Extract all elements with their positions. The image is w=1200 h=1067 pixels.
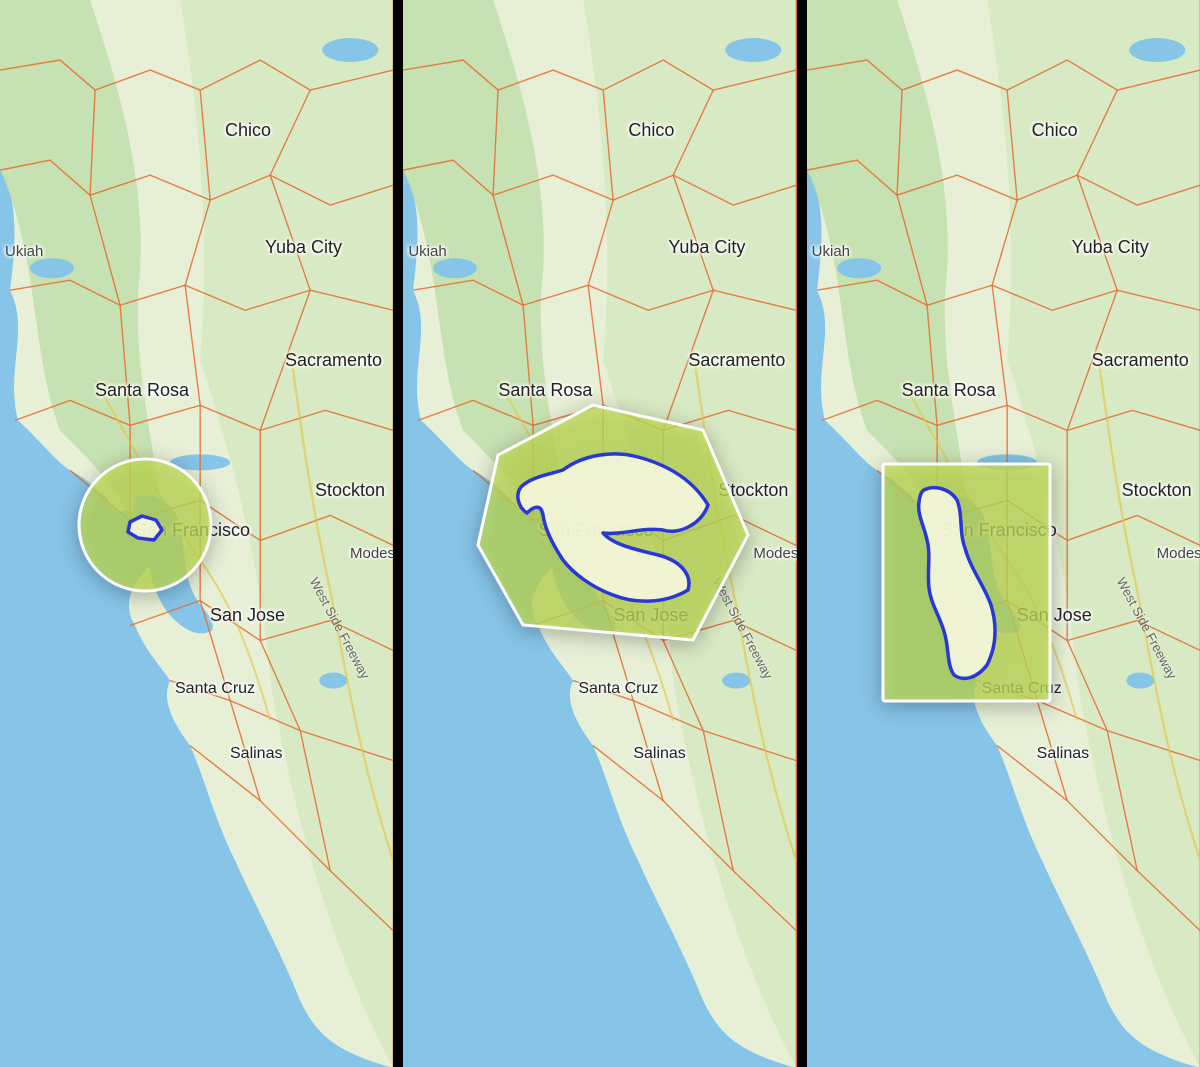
city-label: Chico [1032,120,1078,141]
city-label: Chico [628,120,674,141]
city-label: Ukiah [812,243,850,260]
overlay-circle[interactable] [70,450,220,600]
map-panel-circle[interactable]: Chico Yuba City Ukiah Santa Rosa Sacramento S… [0,0,393,1067]
city-label: Stockton [315,480,385,501]
panel-divider [393,0,403,1067]
city-label: Santa Cruz [578,680,658,698]
city-label: Salinas [230,745,282,763]
overlay-convex-hull[interactable] [463,395,763,665]
city-label: Chico [225,120,271,141]
map-triptych: Chico Yuba City Ukiah Santa Rosa Sacramento S… [0,0,1200,1067]
map-panel-envelope[interactable]: Chico Yuba City Ukiah Santa Rosa Sacramento S… [807,0,1200,1067]
city-label: Salinas [1037,745,1089,763]
city-label: Modesto [1157,545,1200,562]
city-label: Stockton [1122,480,1192,501]
city-label: Ukiah [408,243,446,260]
city-label: Santa Rosa [902,380,996,401]
panel-divider [797,0,807,1067]
city-label: Salinas [633,745,685,763]
map-panel-convex-hull[interactable]: ChicoYuba CityUkiahSanta RosaSacramentoS… [403,0,796,1067]
city-label: Modesto [350,545,393,562]
city-label: Yuba City [265,237,342,258]
city-label: Ukiah [5,243,43,260]
city-label: San Jose [210,605,285,626]
city-label: Sacramento [285,350,382,371]
city-label: Yuba City [668,237,745,258]
city-label: Santa Cruz [175,680,255,698]
overlay-envelope[interactable] [879,460,1054,705]
city-label: Sacramento [1092,350,1189,371]
city-label: Santa Rosa [95,380,189,401]
city-label: Sacramento [688,350,785,371]
city-label: Yuba City [1072,237,1149,258]
